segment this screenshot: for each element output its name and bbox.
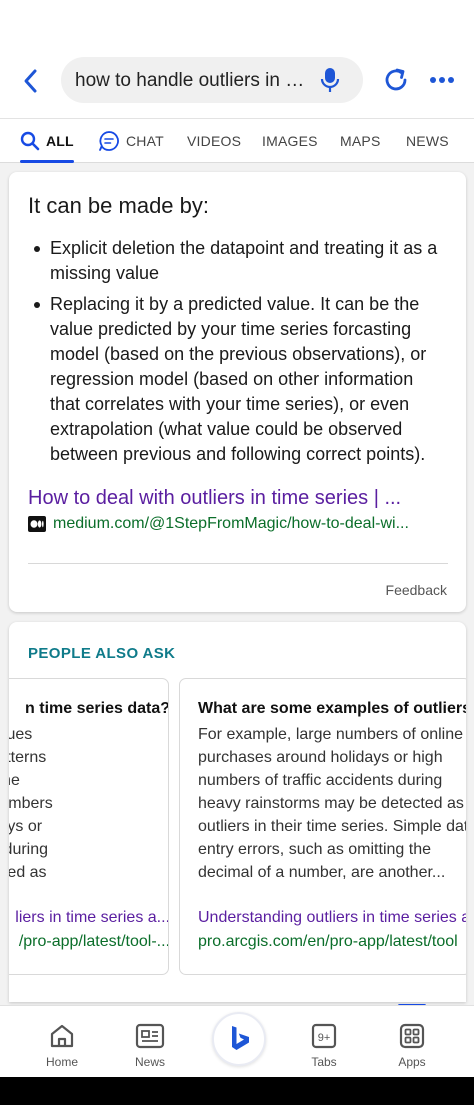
tab-all[interactable]: ALL [20, 119, 74, 163]
question-source-url[interactable]: /pro-app/latest/tool-... [9, 933, 168, 951]
question-source-url[interactable]: pro.arcgis.com/en/pro-app/latest/tool [198, 933, 466, 951]
app-header: how to handle outliers in ti... [0, 0, 474, 118]
answer-card: It can be made by: Explicit deletion the… [9, 172, 466, 612]
tabs-count: 9+ [318, 1032, 331, 1044]
answer-line: ies data are values [9, 726, 33, 743]
nav-apps[interactable]: Apps [377, 1006, 447, 1078]
chat-icon [98, 130, 120, 152]
medium-logo-icon [28, 516, 46, 532]
feedback-link[interactable]: Feedback [386, 582, 447, 598]
question-card[interactable]: What are some examples of outliers? For … [179, 678, 466, 975]
answer-line: purchases around holidays or high [198, 749, 443, 766]
answer-line: ample, large numbers [9, 795, 53, 812]
refresh-icon [385, 68, 407, 91]
nav-home-label: Home [45, 1055, 78, 1069]
active-tab-indicator [20, 160, 74, 163]
question-source-link[interactable]: Understanding outliers in time series a [198, 909, 466, 927]
nav-tabs[interactable]: 9+ Tabs [289, 1006, 359, 1078]
answer-line: numbers of traffic accidents during [198, 772, 443, 789]
refresh-button[interactable] [380, 64, 412, 96]
chevron-left-icon [24, 69, 37, 93]
section-title: PEOPLE ALSO ASK [28, 645, 176, 662]
answer-line: ffer from the patterns [9, 749, 47, 766]
bing-logo-icon [232, 1026, 249, 1050]
divider [28, 563, 448, 564]
tab-news-label: NEWS [406, 133, 449, 149]
answer-line: entry errors, such as omitting the [198, 841, 431, 858]
answer-heading: It can be made by: [28, 193, 209, 218]
question-title: What are some examples of outliers? [198, 700, 466, 717]
nav-home[interactable]: Home [27, 1006, 97, 1078]
microphone-icon [320, 68, 340, 92]
search-icon [20, 131, 40, 151]
apps-grid-icon [398, 1022, 426, 1050]
tab-chat[interactable]: CHAT [98, 119, 164, 163]
search-tabs: ALL CHAT VIDEOS IMAGES MAPS NEWS [0, 118, 474, 163]
source-title-link[interactable]: How to deal with outliers in time series… [28, 487, 448, 510]
question-answer: ies data are values ffer from the patter… [9, 723, 168, 884]
tab-images-label: IMAGES [262, 133, 318, 149]
source-url-row[interactable]: medium.com/@1StepFromMagic/how-to-deal-w… [28, 514, 448, 534]
answer-line: nay be detected as... [9, 864, 47, 881]
tab-images[interactable]: IMAGES [262, 119, 318, 163]
nav-apps-label: Apps [398, 1055, 426, 1069]
answer-bullet: Explicit deletion the datapoint and trea… [28, 236, 448, 286]
nav-tabs-label: Tabs [311, 1055, 337, 1069]
tab-maps[interactable]: MAPS [340, 119, 380, 163]
answer-line: ther values in the [9, 772, 20, 789]
question-card[interactable]: n time series data? ies data are values … [9, 678, 169, 975]
home-icon [48, 1022, 76, 1050]
question-answer: For example, large numbers of online pur… [198, 723, 466, 884]
answer-line: s around holidays or [9, 818, 43, 835]
tab-maps-label: MAPS [340, 133, 381, 149]
bing-chat-button[interactable] [212, 1012, 266, 1066]
nav-news[interactable]: News [115, 1006, 185, 1078]
news-icon [135, 1022, 165, 1050]
answer-line: affic accidents during [9, 841, 49, 858]
source-url[interactable]: medium.com/@1StepFromMagic/how-to-deal-w… [53, 515, 409, 533]
answer-line: outliers in their time series. Simple da… [198, 818, 466, 835]
question-source-link[interactable]: liers in time series a... [9, 909, 168, 927]
answer-line: decimal of a number, are another... [198, 864, 446, 881]
tab-news[interactable]: NEWS [406, 119, 449, 163]
answer-bullet-list: Explicit deletion the datapoint and trea… [28, 236, 448, 473]
tab-chat-label: CHAT [126, 133, 164, 149]
people-also-ask-section: PEOPLE ALSO ASK n time series data? ies … [9, 622, 466, 1002]
answer-line: heavy rainstorms may be detected as [198, 795, 464, 812]
question-title: n time series data? [25, 700, 169, 717]
voice-search-button[interactable] [317, 67, 343, 93]
more-options-button[interactable] [426, 64, 458, 96]
nav-news-label: News [134, 1055, 165, 1069]
answer-bullet: Replacing it by a predicted value. It ca… [28, 292, 448, 467]
tab-videos-label: VIDEOS [187, 133, 242, 149]
search-query-text[interactable]: how to handle outliers in ti... [75, 70, 307, 92]
more-dots-icon [430, 77, 454, 83]
answer-line: For example, large numbers of online [198, 726, 464, 743]
system-navigation-bar [0, 1077, 474, 1105]
tab-videos[interactable]: VIDEOS [187, 119, 241, 163]
tabs-icon: 9+ [310, 1022, 338, 1050]
back-button[interactable] [14, 64, 48, 98]
tab-all-label: ALL [46, 133, 74, 149]
search-bar[interactable]: how to handle outliers in ti... [61, 57, 363, 103]
